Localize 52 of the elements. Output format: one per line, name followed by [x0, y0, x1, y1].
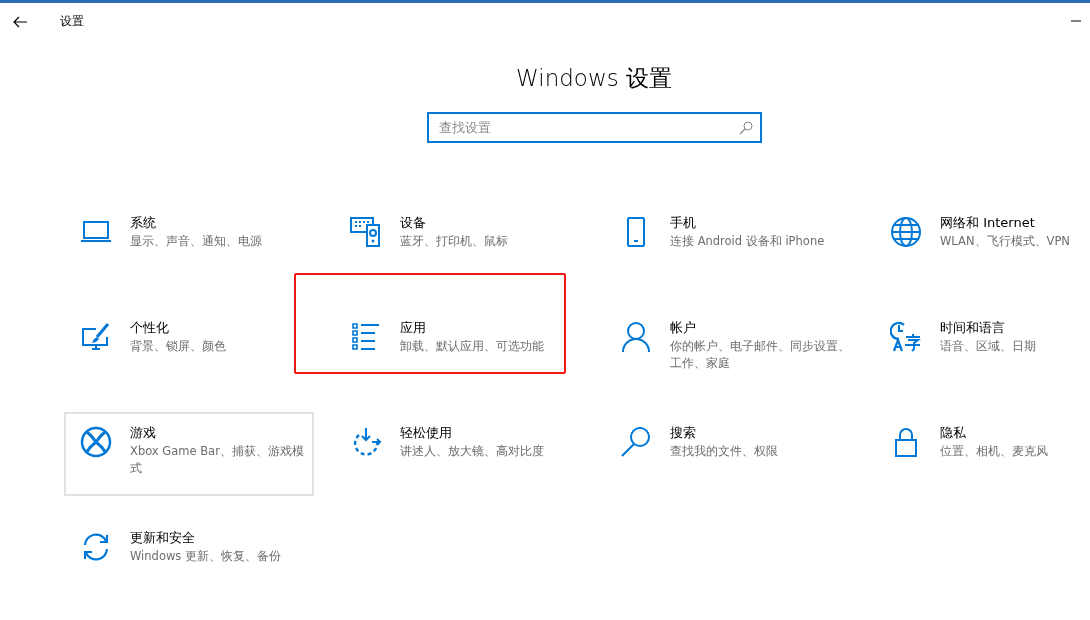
search-icon — [738, 121, 753, 135]
tile-title: 更新和安全 — [130, 529, 196, 547]
tile-description: 查找我的文件、权限 — [670, 443, 779, 460]
settings-tile[interactable]: 更新和安全 Windows 更新、恢复、备份 — [64, 517, 314, 601]
clock-letter-icon — [890, 321, 922, 353]
tile-description: 显示、声音、通知、电源 — [130, 233, 263, 250]
tile-description: 位置、相机、麦克风 — [940, 443, 1049, 460]
settings-tile[interactable]: 轻松使用 讲述人、放大镜、高对比度 — [334, 412, 584, 496]
tile-title: 轻松使用 — [400, 424, 453, 442]
settings-tile[interactable]: 时间和语言 语音、区域、日期 — [874, 307, 1090, 391]
tile-title: 设备 — [400, 214, 427, 232]
settings-tile[interactable]: 设备 蓝牙、打印机、鼠标 — [334, 202, 584, 286]
settings-tile[interactable]: 应用 卸载、默认应用、可选功能 — [334, 307, 584, 391]
tile-title: 系统 — [130, 214, 157, 232]
tile-description: 语音、区域、日期 — [940, 338, 1037, 355]
settings-tile[interactable]: 个性化 背景、锁屏、颜色 — [64, 307, 314, 391]
window-title: 设置 — [60, 13, 84, 30]
settings-tile[interactable]: 网络和 Internet WLAN、飞行模式、VPN — [874, 202, 1090, 286]
settings-tile[interactable]: 搜索 查找我的文件、权限 — [604, 412, 854, 496]
tile-description: 卸载、默认应用、可选功能 — [400, 338, 545, 355]
settings-tile[interactable]: 系统 显示、声音、通知、电源 — [64, 202, 314, 286]
back-icon — [13, 15, 27, 28]
page-heading: Windows 设置 — [515, 64, 673, 93]
tile-title: 隐私 — [940, 424, 967, 442]
tile-title: 时间和语言 — [940, 319, 1006, 337]
tile-description: Windows 更新、恢复、备份 — [130, 548, 282, 565]
tile-title: 网络和 Internet — [940, 214, 1036, 232]
tile-title: 手机 — [670, 214, 697, 232]
settings-tile[interactable]: 手机 连接 Android 设备和 iPhone — [604, 202, 854, 286]
tile-title: 搜索 — [670, 424, 697, 442]
tile-description: 讲述人、放大镜、高对比度 — [400, 443, 545, 460]
tile-description: 蓝牙、打印机、鼠标 — [400, 233, 509, 250]
xbox-logo-icon — [80, 426, 112, 458]
monitor-brush-icon — [80, 321, 112, 353]
tile-description: WLAN、飞行模式、VPN — [940, 233, 1071, 250]
tile-description: 连接 Android 设备和 iPhone — [670, 233, 826, 250]
tile-title: 游戏 — [130, 424, 157, 442]
tile-title: 个性化 — [130, 319, 170, 337]
keyboard-speaker-icon — [350, 216, 382, 248]
tile-description: 你的帐户、电子邮件、同步设置、工作、家庭 — [670, 338, 851, 372]
tile-description: 背景、锁屏、颜色 — [130, 338, 227, 355]
search-field[interactable]: 查找设置 — [426, 112, 762, 143]
tile-description: Xbox Game Bar、捕获、游戏模式 — [130, 443, 305, 477]
settings-tile[interactable]: 帐户 你的帐户、电子邮件、同步设置、工作、家庭 — [604, 307, 854, 391]
person-icon — [620, 321, 652, 353]
search-icon — [620, 426, 652, 458]
globe-icon — [890, 216, 922, 248]
settings-tile[interactable]: 隐私 位置、相机、麦克风 — [874, 412, 1090, 496]
tile-title: 帐户 — [670, 319, 697, 337]
settings-tile[interactable]: 游戏 Xbox Game Bar、捕获、游戏模式 — [64, 412, 314, 496]
tile-title: 应用 — [400, 319, 427, 337]
list-icon — [350, 321, 382, 353]
